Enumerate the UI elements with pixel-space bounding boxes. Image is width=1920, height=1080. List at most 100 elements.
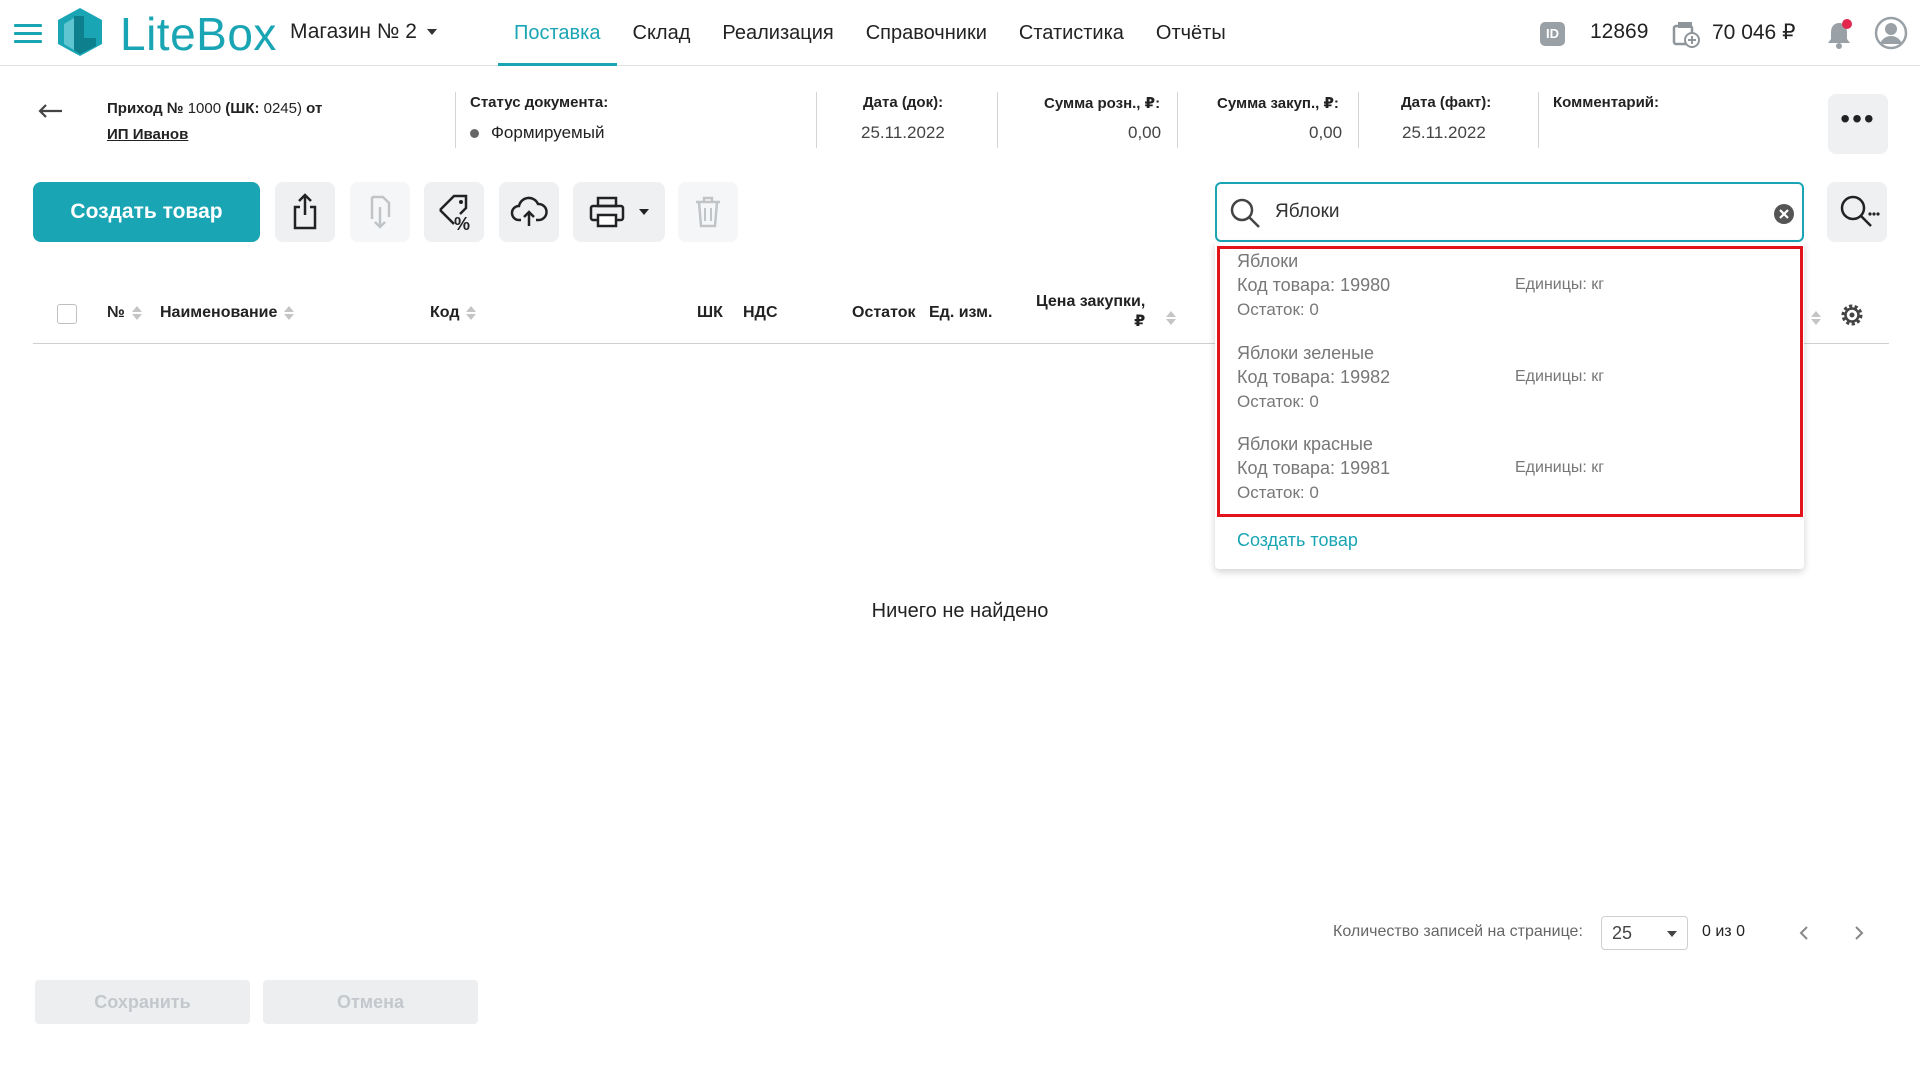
- sum-retail-value: 0,00: [1128, 123, 1162, 142]
- sort-icon: [284, 305, 295, 321]
- result-name: Яблоки зеленые: [1237, 343, 1375, 363]
- litebox-logo-icon: [58, 8, 102, 56]
- clear-search-icon[interactable]: [1773, 203, 1795, 225]
- svg-text:%: %: [454, 214, 470, 232]
- import-button[interactable]: [350, 182, 410, 242]
- cancel-button[interactable]: Отмена: [263, 980, 478, 1024]
- sort-icon[interactable]: [1166, 310, 1176, 326]
- date-doc-label: Дата (док):: [863, 94, 944, 111]
- nav-item-statistics[interactable]: Статистика: [1003, 0, 1140, 66]
- column-name-label: Наименование: [160, 304, 278, 321]
- search-icon: [1230, 198, 1260, 228]
- column-name[interactable]: Наименование: [160, 304, 295, 322]
- search-result-item[interactable]: Яблоки Код товара: 19980 Единицы: кг Ост…: [1237, 249, 1777, 323]
- status-value: Формируемый: [470, 123, 604, 143]
- nav-item-directories[interactable]: Справочники: [850, 0, 1003, 66]
- sort-icon: [131, 305, 142, 321]
- status-label: Статус документа:: [470, 94, 609, 111]
- empty-state-text: Ничего не найдено: [871, 600, 1049, 622]
- top-navigation-bar: LiteBox Магазин № 2 Поставка Склад Реали…: [0, 0, 1920, 66]
- store-name: Магазин № 2: [290, 20, 417, 43]
- document-title: Приход № 1000 (ШК: 0245) от ИП Иванов: [107, 96, 322, 148]
- next-page-icon[interactable]: [1851, 922, 1867, 944]
- page-size-select[interactable]: 25: [1601, 916, 1688, 950]
- doc-from: от: [306, 100, 323, 117]
- result-name: Яблоки красные: [1237, 434, 1373, 454]
- cloud-upload-button[interactable]: [499, 182, 559, 242]
- store-selector[interactable]: Магазин № 2: [290, 20, 437, 44]
- column-vat: НДС: [743, 304, 778, 321]
- user-id: 12869: [1590, 20, 1649, 43]
- divider: [816, 92, 817, 148]
- chevron-down-icon: [1667, 931, 1677, 937]
- date-fact-value: 25.11.2022: [1402, 123, 1486, 142]
- more-options-button[interactable]: •••: [1828, 94, 1888, 154]
- column-code[interactable]: Код: [430, 304, 477, 322]
- divider: [1177, 92, 1178, 148]
- nav-item-warehouse[interactable]: Склад: [617, 0, 707, 66]
- result-code: Код товара: 19982: [1237, 367, 1391, 387]
- result-stock: Остаток: 0: [1237, 392, 1319, 411]
- result-code: Код товара: 19980: [1237, 275, 1391, 295]
- chevron-down-icon: [426, 29, 437, 35]
- result-stock: Остаток: 0: [1237, 300, 1319, 319]
- sort-icon[interactable]: [1811, 310, 1821, 326]
- wallet-icon[interactable]: [1672, 20, 1700, 48]
- doc-title-prefix: Приход №: [107, 100, 184, 117]
- column-number-label: №: [107, 304, 125, 321]
- status-text: Формируемый: [491, 123, 605, 142]
- advanced-search-button[interactable]: [1827, 182, 1887, 242]
- user-avatar-icon[interactable]: [1874, 16, 1908, 50]
- chevron-down-icon: [639, 209, 649, 215]
- divider: [1358, 92, 1359, 148]
- result-unit: Единицы: кг: [1515, 368, 1605, 385]
- column-barcode: ШК: [697, 304, 723, 321]
- search-field[interactable]: [1215, 182, 1804, 242]
- sum-purchase-label: Сумма закуп., ₽:: [1217, 95, 1339, 112]
- nav-item-sales[interactable]: Реализация: [706, 0, 849, 66]
- back-arrow-icon[interactable]: [36, 98, 64, 124]
- gear-icon[interactable]: [1839, 302, 1865, 328]
- page-size-label: Количество записей на странице:: [1333, 923, 1583, 940]
- export-button[interactable]: [275, 182, 335, 242]
- trash-icon: [696, 196, 720, 228]
- column-purchase-price[interactable]: Цена закупки, ₽: [1036, 292, 1145, 332]
- save-button[interactable]: Сохранить: [35, 980, 250, 1024]
- status-dot: [470, 129, 479, 139]
- doc-barcode-label: (ШК:: [225, 100, 260, 117]
- share-upload-icon: [293, 193, 317, 230]
- result-name: Яблоки: [1237, 251, 1299, 271]
- doc-number: 1000: [187, 100, 222, 117]
- divider: [1538, 92, 1539, 148]
- nav-item-reports[interactable]: Отчёты: [1140, 0, 1242, 66]
- print-button[interactable]: [573, 182, 665, 242]
- search-result-item[interactable]: Яблоки зеленые Код товара: 19982 Единицы…: [1237, 341, 1777, 415]
- column-price-currency: ₽: [1134, 313, 1146, 330]
- divider: [997, 92, 998, 148]
- sum-purchase-value: 0,00: [1309, 123, 1343, 142]
- balance: 70 046 ₽: [1712, 21, 1796, 44]
- search-result-item[interactable]: Яблоки красные Код товара: 19981 Единицы…: [1237, 432, 1777, 506]
- select-all-checkbox[interactable]: [57, 304, 77, 324]
- date-doc-value: 25.11.2022: [861, 123, 945, 142]
- supplier-link[interactable]: ИП Иванов: [107, 122, 322, 148]
- more-dots-icon: •••: [1840, 103, 1876, 134]
- dropdown-create-product-link[interactable]: Создать товар: [1237, 530, 1358, 551]
- page-size-value: 25: [1612, 923, 1633, 943]
- column-stock: Остаток: [852, 304, 916, 321]
- nav-item-supply[interactable]: Поставка: [498, 0, 617, 66]
- bell-icon[interactable]: [1824, 18, 1854, 50]
- prev-page-icon[interactable]: [1796, 922, 1812, 944]
- main-nav: Поставка Склад Реализация Справочники Ст…: [498, 0, 1242, 66]
- page-count: 0 из 0: [1702, 923, 1745, 940]
- search-input[interactable]: [1275, 197, 1735, 227]
- divider: [455, 92, 456, 148]
- price-markup-button[interactable]: %: [424, 182, 484, 242]
- column-number[interactable]: №: [107, 304, 142, 322]
- create-product-button[interactable]: Создать товар: [33, 182, 260, 242]
- menu-icon[interactable]: [14, 24, 42, 44]
- sum-retail-label: Сумма розн., ₽:: [1044, 95, 1161, 112]
- column-price-label: Цена закупки,: [1036, 293, 1146, 310]
- delete-button[interactable]: [678, 182, 738, 242]
- date-fact-label: Дата (факт):: [1401, 94, 1492, 111]
